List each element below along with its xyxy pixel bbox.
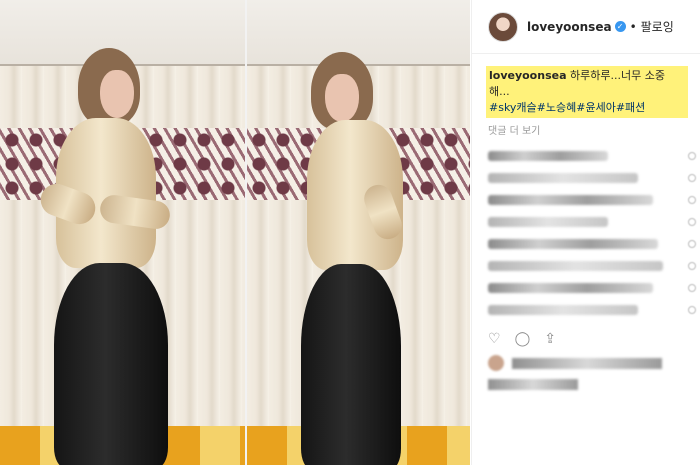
verified-badge-icon: ✓ — [614, 21, 626, 32]
comment-list — [472, 145, 700, 321]
share-icon[interactable]: ⇪ — [544, 331, 556, 347]
comment-row — [488, 145, 700, 167]
action-bar: ♡ ◯ ⇪ — [488, 331, 700, 347]
heart-icon[interactable] — [688, 306, 696, 314]
caption-hashtags[interactable]: #sky캐슬#노승혜#윤세아#패션 — [489, 101, 645, 114]
heart-icon[interactable] — [688, 196, 696, 204]
heart-icon[interactable] — [688, 174, 696, 182]
following-button[interactable]: 팔로잉 — [641, 18, 674, 35]
avatar[interactable] — [488, 11, 518, 42]
heart-icon[interactable] — [688, 152, 696, 160]
comment-row — [488, 277, 700, 299]
heart-icon[interactable] — [688, 262, 696, 270]
woman-figure — [297, 48, 447, 465]
liked-by-row — [488, 355, 700, 371]
comment-row — [488, 167, 700, 189]
liked-by-text — [512, 357, 662, 369]
comment-row — [488, 233, 700, 255]
likes-count-row — [488, 379, 700, 390]
comment-row — [488, 299, 700, 321]
comment-icon[interactable]: ◯ — [515, 331, 531, 347]
comment-row — [488, 189, 700, 211]
heart-icon[interactable] — [688, 284, 696, 292]
caption-username[interactable]: loveyoonsea — [489, 69, 567, 82]
post-header: loveyoonsea ✓ • 팔로잉 — [472, 0, 700, 54]
separator-dot: • — [629, 19, 637, 34]
post-caption: loveyoonsea 하루하루...너무 소중해... #sky캐슬#노승혜#… — [486, 66, 688, 118]
username-link[interactable]: loveyoonsea — [527, 20, 612, 34]
post-photo-left — [0, 0, 245, 465]
heart-icon[interactable] — [688, 240, 696, 248]
view-more-comments-link[interactable]: 댓글 더 보기 — [488, 122, 700, 137]
post-photo-right — [247, 0, 470, 465]
heart-icon[interactable] — [688, 218, 696, 226]
comment-row — [488, 255, 700, 277]
woman-figure — [36, 48, 190, 465]
avatar — [488, 355, 504, 371]
heart-icon[interactable]: ♡ — [488, 331, 501, 347]
likes-count-text — [488, 379, 578, 390]
post-sidebar: loveyoonsea ✓ • 팔로잉 loveyoonsea 하루하루...너… — [471, 0, 700, 465]
comment-row — [488, 211, 700, 233]
